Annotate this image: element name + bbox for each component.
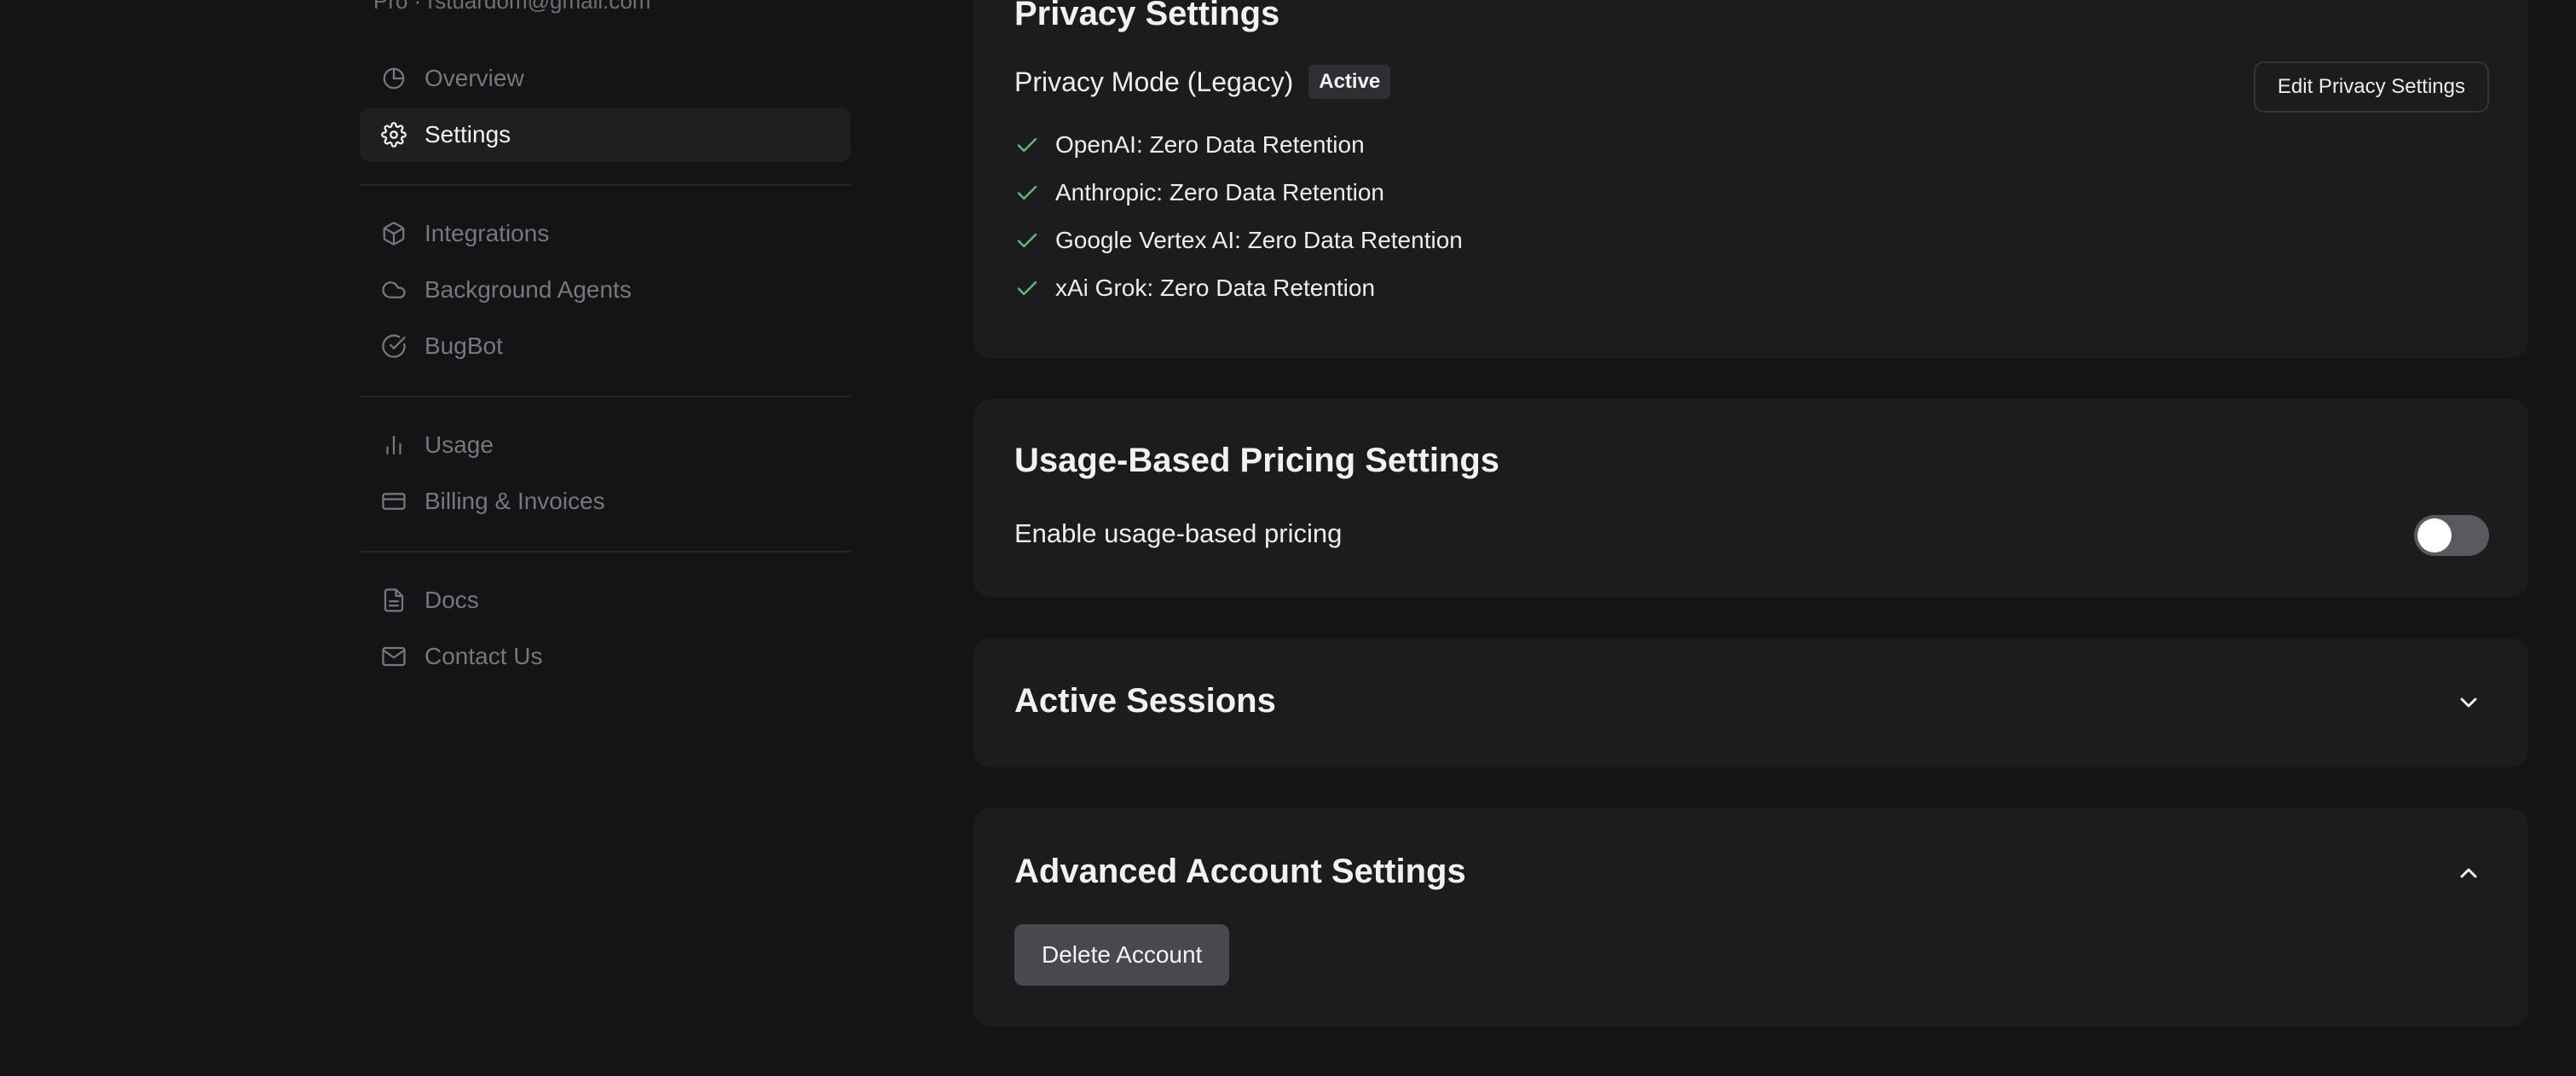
mail-icon <box>380 643 407 670</box>
check-icon <box>1017 281 1037 296</box>
chevron-up-icon <box>2460 868 2477 878</box>
check-circle-icon <box>380 333 407 360</box>
collapse-advanced-button[interactable] <box>2452 856 2486 890</box>
sidebar-item-label: Background Agents <box>425 276 632 303</box>
privacy-mode-label: Privacy Mode (Legacy) <box>1014 66 1294 97</box>
privacy-mode-row: Privacy Mode (Legacy) Active <box>1014 65 1391 99</box>
sidebar-item-label: Overview <box>425 65 524 91</box>
sidebar-item-overview[interactable]: Overview <box>360 51 851 106</box>
toggle-knob <box>2417 518 2452 552</box>
sidebar-item-label: Docs <box>425 587 479 613</box>
sidebar-item-contact-us[interactable]: Contact Us <box>360 629 851 684</box>
usage-pricing-toggle-label: Enable usage-based pricing <box>1014 518 1343 548</box>
expand-sessions-button[interactable] <box>2452 686 2486 720</box>
edit-privacy-settings-button[interactable]: Edit Privacy Settings <box>2253 61 2489 113</box>
advanced-account-title: Advanced Account Settings <box>1014 853 1466 890</box>
cube-icon <box>380 220 407 247</box>
retention-text: Anthropic: Zero Data Retention <box>1055 179 1384 205</box>
status-badge: Active <box>1308 65 1391 99</box>
sidebar-item-billing[interactable]: Billing & Invoices <box>360 474 851 529</box>
usage-pricing-toggle[interactable] <box>2414 515 2489 556</box>
sidebar-item-label: Settings <box>425 121 511 148</box>
sidebar-item-settings[interactable]: Settings <box>360 107 851 162</box>
advanced-account-card: Advanced Account Settings Delete Account <box>973 808 2528 1027</box>
check-icon <box>1017 233 1037 248</box>
account-line: Pro · rstuardom@gmail.com <box>373 0 651 14</box>
chevron-down-icon <box>2460 697 2477 708</box>
bar-chart-icon <box>380 431 407 459</box>
sidebar-item-integrations[interactable]: Integrations <box>360 206 851 261</box>
list-item: Anthropic: Zero Data Retention <box>1014 169 1463 217</box>
sidebar-item-label: Billing & Invoices <box>425 488 605 514</box>
active-sessions-title: Active Sessions <box>1014 682 1276 720</box>
cloud-icon <box>380 276 407 304</box>
credit-card-icon <box>380 488 407 515</box>
list-item: Google Vertex AI: Zero Data Retention <box>1014 217 1463 264</box>
usage-pricing-card: Usage-Based Pricing Settings Enable usag… <box>973 399 2528 597</box>
list-item: OpenAI: Zero Data Retention <box>1014 121 1463 169</box>
sidebar-item-docs[interactable]: Docs <box>360 573 851 628</box>
sidebar-item-label: Integrations <box>425 220 550 246</box>
sidebar-item-label: Usage <box>425 431 494 458</box>
active-sessions-card[interactable]: Active Sessions <box>973 638 2528 767</box>
retention-list: OpenAI: Zero Data Retention Anthropic: Z… <box>1014 121 1463 312</box>
nav-divider <box>360 184 851 186</box>
gear-icon <box>380 121 407 148</box>
sidebar-item-label: Contact Us <box>425 643 543 669</box>
privacy-settings-card: Privacy Settings Privacy Mode (Legacy) A… <box>973 0 2528 358</box>
check-icon <box>1017 185 1037 200</box>
sidebar-item-bugbot[interactable]: BugBot <box>360 319 851 373</box>
retention-text: xAi Grok: Zero Data Retention <box>1055 275 1376 301</box>
document-icon <box>380 587 407 614</box>
pie-chart-icon <box>380 65 407 92</box>
sidebar-item-label: BugBot <box>425 333 503 359</box>
privacy-settings-title: Privacy Settings <box>1014 0 1280 32</box>
list-item: xAi Grok: Zero Data Retention <box>1014 264 1463 312</box>
retention-text: Google Vertex AI: Zero Data Retention <box>1055 227 1463 253</box>
check-icon <box>1017 137 1037 153</box>
sidebar-item-background-agents[interactable]: Background Agents <box>360 263 851 317</box>
delete-account-button[interactable]: Delete Account <box>1014 924 1230 986</box>
sidebar-item-usage[interactable]: Usage <box>360 418 851 472</box>
usage-pricing-title: Usage-Based Pricing Settings <box>1014 442 1500 479</box>
nav-divider <box>360 396 851 397</box>
retention-text: OpenAI: Zero Data Retention <box>1055 131 1365 158</box>
nav-divider <box>360 551 851 552</box>
